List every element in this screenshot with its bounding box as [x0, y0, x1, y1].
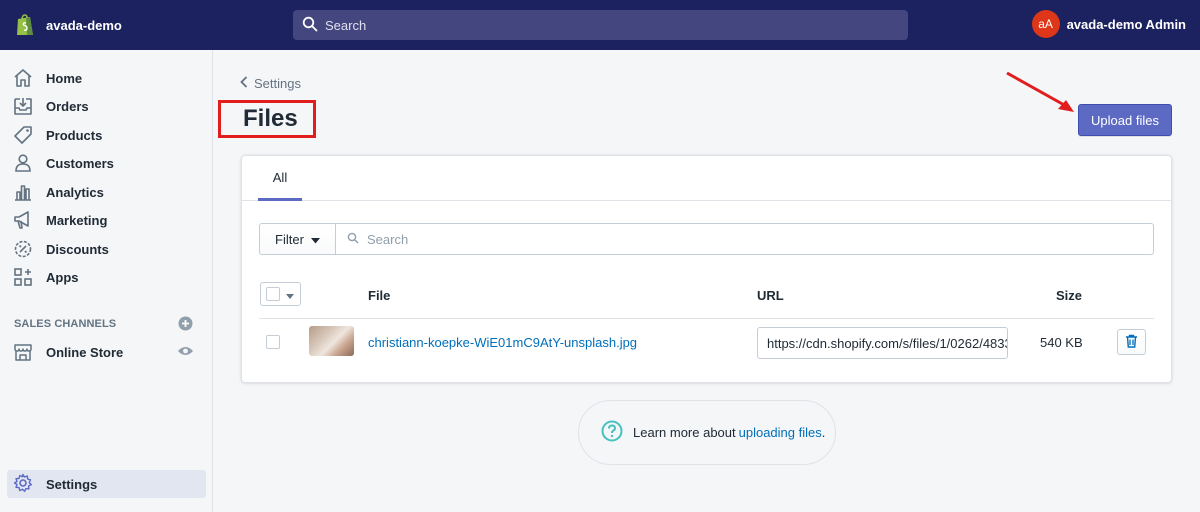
eye-icon[interactable] [177, 345, 194, 360]
discount-icon [13, 239, 33, 259]
gear-icon [13, 473, 33, 496]
shopify-bag-icon [14, 13, 36, 38]
apps-icon [13, 267, 33, 287]
sidebar-item-label: Products [46, 127, 103, 143]
chevron-left-icon [240, 76, 248, 91]
search-icon [347, 232, 359, 247]
file-size: 540 KB [1040, 335, 1083, 350]
filter-bar: Filter Search [259, 223, 1154, 255]
breadcrumb-label: Settings [254, 76, 301, 91]
sidebar-item-label: Online Store [46, 344, 124, 360]
page-title-highlight: Files [218, 100, 316, 138]
learn-more-suffix: . [821, 425, 826, 440]
sidebar-item-label: Marketing [46, 212, 108, 228]
learn-more-callout: Learn more about uploading files . [578, 400, 836, 465]
bar-chart-icon [13, 182, 33, 202]
sidebar-item-label: Home [46, 70, 83, 86]
sidebar-item-label: Discounts [46, 241, 109, 257]
sidebar-item-label: Settings [46, 476, 98, 492]
store-brand[interactable]: avada-demo [14, 13, 293, 38]
row-checkbox[interactable] [266, 335, 280, 349]
global-search-input[interactable]: Search [293, 10, 908, 40]
trash-icon [1125, 334, 1138, 351]
sidebar-item-label: Analytics [46, 184, 104, 200]
sales-channels-title: SALES CHANNELS [14, 318, 117, 330]
files-search-input[interactable]: Search [336, 223, 1154, 255]
filter-label: Filter [275, 231, 304, 247]
sidebar-item-label: Orders [46, 98, 89, 114]
column-header-size: Size [1056, 288, 1083, 303]
sidebar-item-products[interactable]: Products [0, 121, 213, 149]
global-search-placeholder: Search [325, 17, 367, 33]
avatar: aA [1031, 10, 1060, 38]
tag-icon [13, 125, 33, 145]
file-name-link[interactable]: christiann-koepke-WiE01mC9AtY-unsplash.j… [368, 335, 637, 350]
sidebar-item-apps[interactable]: Apps [0, 263, 213, 291]
home-icon [13, 68, 33, 88]
tab-bar: All [242, 156, 1171, 201]
sidebar-item-label: Apps [46, 269, 79, 285]
uploading-files-link[interactable]: uploading files [739, 425, 822, 440]
filter-button[interactable]: Filter [259, 223, 336, 255]
sidebar-item-home[interactable]: Home [0, 64, 213, 92]
sidebar-item-marketing[interactable]: Marketing [0, 206, 213, 234]
store-name: avada-demo [46, 17, 122, 33]
help-circle-icon [601, 420, 623, 445]
caret-down-icon [286, 287, 294, 302]
delete-file-button[interactable] [1117, 329, 1146, 355]
checkbox [266, 287, 280, 301]
select-all-checkbox[interactable] [260, 282, 301, 306]
store-icon [13, 342, 33, 362]
file-url-field[interactable]: https://cdn.shopify.com/s/files/1/0262/4… [757, 327, 1008, 359]
sidebar-item-orders[interactable]: Orders [0, 92, 213, 120]
user-menu[interactable]: aA avada-demo Admin [1031, 10, 1186, 38]
files-card: All Filter Search File URL Size christia… [241, 155, 1172, 383]
column-header-url: URL [757, 288, 784, 303]
tab-all[interactable]: All [258, 156, 302, 201]
sidebar-item-label: Customers [46, 155, 114, 171]
add-channel-icon[interactable] [178, 316, 193, 331]
annotation-arrow-icon [1006, 71, 1074, 112]
sidebar-item-settings[interactable]: Settings [7, 470, 206, 498]
page-title: Files [243, 105, 298, 132]
sidebar: Home Orders Products Customers Analytics… [0, 50, 213, 512]
sidebar-item-discounts[interactable]: Discounts [0, 235, 213, 263]
sidebar-item-customers[interactable]: Customers [0, 149, 213, 177]
search-icon [302, 16, 318, 35]
user-name: avada-demo Admin [1066, 16, 1186, 32]
learn-more-text: Learn more about [633, 425, 736, 440]
files-search-placeholder: Search [367, 231, 409, 247]
top-bar: avada-demo Search aA avada-demo Admin [0, 0, 1200, 50]
row-divider [259, 318, 1154, 319]
megaphone-icon [13, 210, 33, 230]
breadcrumb[interactable]: Settings [240, 76, 301, 91]
sidebar-item-analytics[interactable]: Analytics [0, 178, 213, 206]
caret-down-icon [310, 232, 320, 247]
upload-files-button[interactable]: Upload files [1078, 104, 1172, 136]
file-thumbnail[interactable] [309, 326, 354, 356]
column-header-file: File [368, 288, 391, 303]
orders-icon [13, 96, 33, 116]
person-icon [13, 153, 33, 173]
